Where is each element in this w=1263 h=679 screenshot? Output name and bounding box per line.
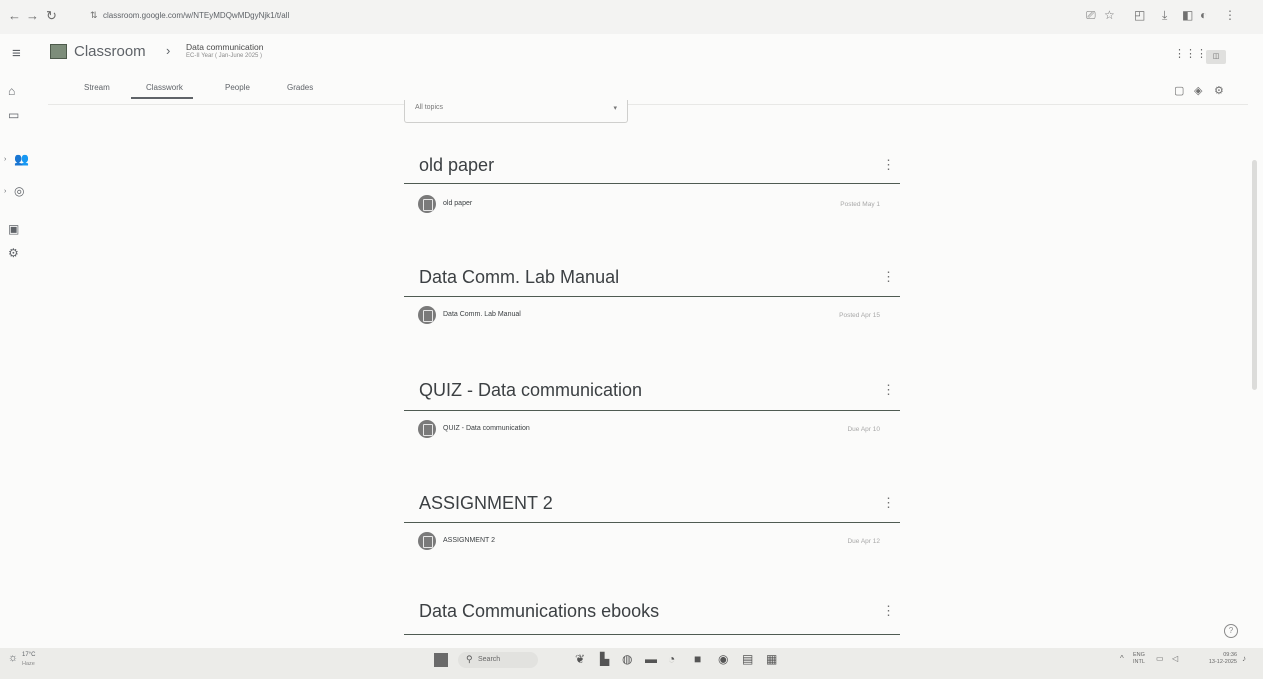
class-name[interactable]: Data communication (186, 42, 263, 52)
back-icon[interactable]: ← (8, 8, 21, 24)
chrome-browser-icon[interactable]: ◉ (718, 652, 728, 666)
account-avatar[interactable]: ◫ (1206, 50, 1226, 64)
material-icon (418, 195, 436, 213)
topic-title[interactable]: Data Comm. Lab Manual (419, 267, 619, 288)
task-view-icon[interactable]: ▙ (600, 652, 609, 666)
class-subtitle: EC-II Year ( Jan-June 2025 ) (186, 53, 263, 59)
item-date: Posted May 1 (840, 201, 880, 208)
taskbar-app-icon[interactable]: ▦ (766, 652, 777, 666)
download-icon[interactable]: ⤓ (1162, 8, 1167, 23)
rail-settings-icon[interactable]: ⚙ (8, 246, 19, 260)
material-icon (418, 306, 436, 324)
home-icon[interactable]: ⌂ (8, 84, 15, 98)
bookmark-star-icon[interactable]: ☆ (1104, 8, 1115, 22)
tab-classwork[interactable]: Classwork (146, 83, 183, 92)
forward-icon[interactable]: → (26, 8, 39, 24)
address-bar[interactable]: classroom.google.com/w/NTEyMDQwMDgyNjk1/… (103, 11, 289, 20)
topic-divider (404, 410, 900, 411)
search-icon: ⚲ (466, 654, 473, 664)
more-options-icon[interactable]: ⋮ (882, 157, 895, 173)
topic-title[interactable]: QUIZ - Data communication (419, 380, 642, 401)
topic-filter-label: All topics (415, 104, 444, 111)
classroom-logo-icon[interactable] (50, 44, 67, 59)
reload-icon[interactable]: ↻ (46, 8, 57, 24)
active-tab-indicator (131, 97, 193, 99)
help-icon[interactable]: ? (1224, 624, 1238, 638)
weather-icon[interactable]: ☼ (8, 652, 18, 664)
more-options-icon[interactable]: ⋮ (882, 603, 895, 619)
main-menu-icon[interactable]: ≡ (12, 45, 21, 62)
caret-down-icon: ▾ (613, 105, 617, 112)
tab-grades[interactable]: Grades (287, 83, 313, 92)
assignment-icon (418, 532, 436, 550)
language-indicator[interactable]: ENG INTL (1133, 652, 1145, 666)
app-title[interactable]: Classroom (74, 43, 146, 60)
item-title[interactable]: ASSIGNMENT 2 (443, 537, 495, 544)
extensions-icon[interactable]: ◰ (1134, 8, 1145, 22)
photos-icon[interactable]: ▤ (742, 652, 753, 666)
taskbar-search-label: Search (478, 656, 501, 663)
topic-divider (404, 522, 900, 523)
archive-icon[interactable]: ▣ (8, 222, 19, 236)
item-date: Posted Apr 15 (839, 312, 880, 319)
apps-grid-icon[interactable]: ⋮⋮⋮ (1174, 47, 1207, 60)
cast-icon[interactable]: ⎚ (1086, 8, 1096, 23)
file-explorer-icon[interactable]: ▬ (645, 652, 657, 666)
topic-divider (404, 634, 900, 635)
side-panel-icon[interactable]: ◧ (1182, 8, 1193, 22)
calendar-icon[interactable]: ▢ (1174, 84, 1184, 97)
settings-gear-icon[interactable]: ⚙ (1214, 84, 1224, 97)
network-icon[interactable]: ▭ (1156, 654, 1164, 663)
item-date: Due Apr 10 (847, 426, 880, 433)
chevron-right-icon: › (166, 43, 171, 58)
topic-title[interactable]: old paper (419, 155, 494, 176)
people-icon[interactable]: 👥 (14, 152, 29, 166)
calendar-rail-icon[interactable]: ▭ (8, 108, 19, 122)
store-icon[interactable]: ■ (694, 652, 701, 666)
system-clock[interactable]: 09:36 13-12-2025 (1203, 652, 1237, 666)
volume-icon[interactable]: ◁ (1172, 654, 1178, 663)
start-button-icon[interactable] (434, 653, 448, 667)
tabs-divider (48, 104, 1248, 105)
drive-folder-icon[interactable]: ◈ (1194, 84, 1202, 97)
weather-desc: Haze (22, 661, 35, 667)
expand-caret-icon[interactable]: › (4, 188, 6, 195)
tab-stream[interactable]: Stream (84, 83, 110, 92)
chat-icon[interactable]: ◍ (622, 652, 632, 666)
profile-icon[interactable]: ◐ (1200, 8, 1207, 22)
more-options-icon[interactable]: ⋮ (882, 382, 895, 398)
edge-browser-icon[interactable]: ◔ (668, 652, 675, 666)
tab-people[interactable]: People (225, 83, 250, 92)
site-info-icon[interactable]: ⇅ (90, 10, 98, 21)
more-options-icon[interactable]: ⋮ (882, 495, 895, 511)
item-title[interactable]: QUIZ - Data communication (443, 425, 530, 432)
taskbar-app-icon[interactable]: ❦ (575, 652, 585, 666)
topic-divider (404, 296, 900, 297)
notifications-icon[interactable]: ♪ (1242, 654, 1246, 663)
weather-temp: 17°C (22, 652, 36, 658)
enrolled-classes-icon[interactable]: ◎ (14, 184, 24, 198)
tray-chevron-icon[interactable]: ^ (1120, 654, 1124, 663)
assignment-icon (418, 420, 436, 438)
topic-filter-dropdown[interactable]: All topics ▾ (404, 100, 628, 123)
topic-title[interactable]: Data Communications ebooks (419, 601, 659, 622)
topic-divider (404, 183, 900, 184)
topic-title[interactable]: ASSIGNMENT 2 (419, 493, 553, 514)
more-options-icon[interactable]: ⋮ (882, 269, 895, 285)
page-scrollbar[interactable] (1252, 160, 1257, 390)
expand-caret-icon[interactable]: › (4, 156, 6, 163)
item-date: Due Apr 12 (847, 538, 880, 545)
item-title[interactable]: Data Comm. Lab Manual (443, 311, 521, 318)
browser-menu-icon[interactable]: ⋮ (1224, 8, 1236, 22)
item-title[interactable]: old paper (443, 200, 472, 207)
